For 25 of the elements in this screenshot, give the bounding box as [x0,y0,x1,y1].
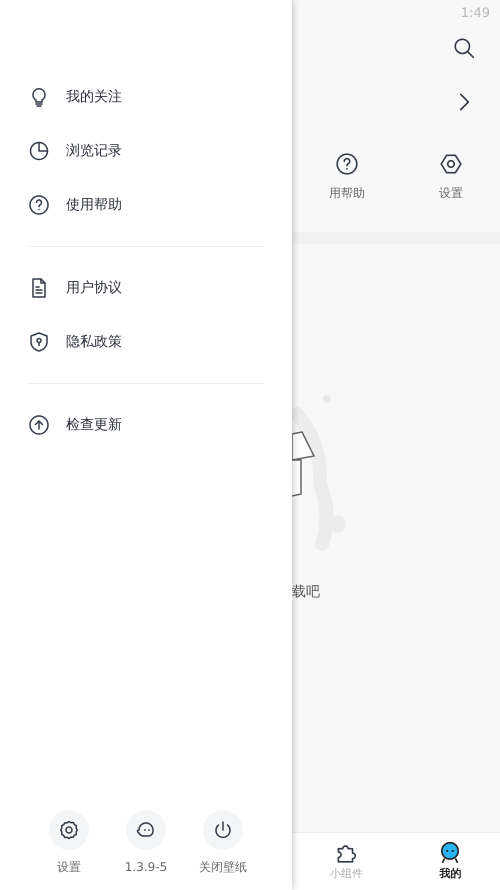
shortcut-label[interactable]: 用帮助 [329,184,365,202]
hexagon-icon [439,152,463,176]
action-button[interactable] [49,810,89,850]
action-label: 1.3.9-5 [124,859,168,876]
help-icon [28,194,50,216]
search-icon[interactable] [452,36,476,60]
pie-chart-icon [28,140,50,162]
action-button[interactable] [126,810,166,850]
action-button[interactable] [203,810,243,850]
menu-item[interactable]: 检查更新 [28,398,264,452]
menu-item[interactable]: 我的关注 [28,70,264,124]
upload-icon [28,414,50,436]
action-label: 设置 [57,859,81,876]
shortcut-label[interactable]: 设置 [439,184,463,202]
status-time: 1:49 [460,5,491,24]
menu-item[interactable]: 用户协议 [28,261,264,315]
menu-item[interactable]: 隐私政策 [28,315,264,369]
empty-message: 载吧 [292,583,321,602]
help-icon [335,152,359,176]
menu-item[interactable]: 使用帮助 [28,178,264,232]
action-label: 关闭壁纸 [199,859,247,876]
settings-icon [58,819,80,841]
nav-tab[interactable]: 我的 [438,840,462,883]
shield-icon [28,331,50,353]
menu-item[interactable]: 浏览记录 [28,124,264,178]
